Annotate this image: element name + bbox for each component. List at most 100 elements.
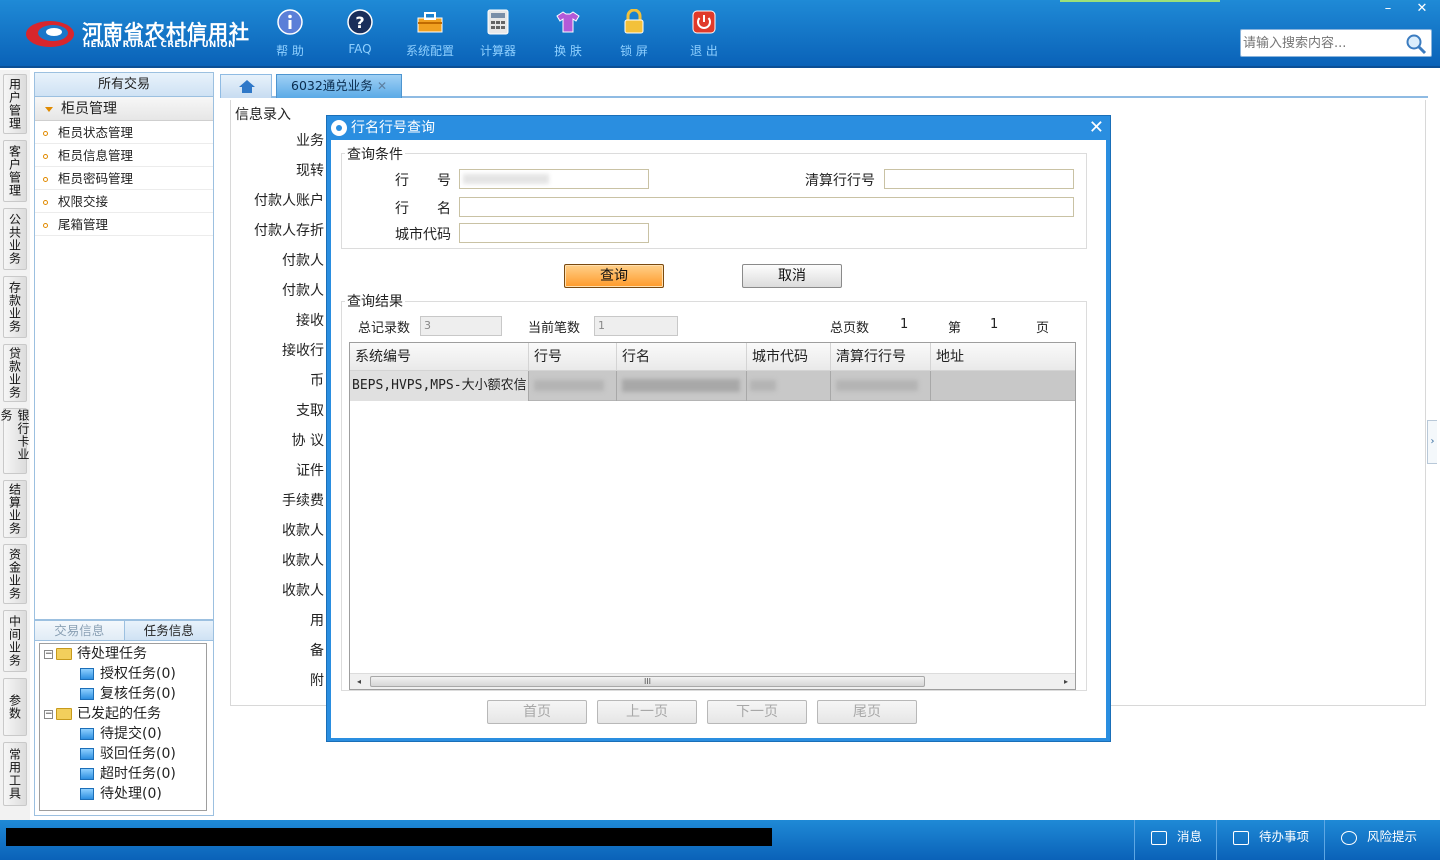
nav-item-teller-info[interactable]: 柜员信息管理 — [35, 144, 213, 167]
system-config-button[interactable]: 系统配置 — [400, 8, 460, 59]
vtab-intermediary-business[interactable]: 中间业务 — [3, 610, 27, 672]
messages-button[interactable]: 消息 — [1134, 820, 1216, 860]
nav-group-teller-management[interactable]: 柜员管理 — [35, 97, 213, 121]
window-close-button[interactable]: ✕ — [1406, 0, 1438, 18]
col-bank-no[interactable]: 行号 — [529, 343, 617, 371]
bank-lookup-dialog: 行名行号查询 ✕ 查询条件 行 号 清算行行号 行 名 城市代码 查询 取消 查… — [326, 115, 1111, 742]
lock-icon — [620, 8, 648, 36]
task-list-icon — [80, 688, 94, 700]
vtab-parameters[interactable]: 参数 — [3, 678, 27, 736]
col-system-no[interactable]: 系统编号 — [350, 343, 529, 371]
tree-node-label: 驳回任务(0) — [100, 746, 176, 762]
cancel-button[interactable]: 取消 — [742, 264, 842, 288]
tree-node-rejected[interactable]: 驳回任务(0) — [80, 744, 176, 764]
vtab-settlement-business[interactable]: 结算业务 — [3, 480, 27, 538]
system-config-label: 系统配置 — [405, 44, 454, 58]
header-accent-line — [1060, 0, 1220, 2]
nav-item-label: 柜员信息管理 — [58, 148, 134, 163]
task-panel: 交易信息 任务信息 − 待处理任务 授权任务(0) 复核任务(0) − 已发起的任务… — [34, 620, 214, 816]
dialog-close-button[interactable]: ✕ — [1089, 117, 1104, 139]
redacted-value — [463, 174, 549, 184]
scroll-thumb[interactable]: III — [370, 676, 925, 687]
nav-item-label: 柜员密码管理 — [58, 171, 134, 186]
nav-item-teller-password[interactable]: 柜员密码管理 — [35, 167, 213, 190]
tree-node-label: 已发起的任务 — [77, 706, 161, 722]
first-page-button[interactable]: 首页 — [487, 700, 587, 724]
table-row[interactable]: BEPS,HVPS,MPS-大小额农信 — [350, 371, 1075, 401]
query-button[interactable]: 查询 — [564, 264, 664, 288]
lock-screen-button[interactable]: 锁 屏 — [604, 8, 664, 59]
task-list-icon — [80, 788, 94, 800]
form-label: 接收 — [296, 313, 324, 329]
help-button[interactable]: 帮 助 — [260, 8, 320, 59]
nav-item-teller-status[interactable]: 柜员状态管理 — [35, 121, 213, 144]
col-city-code[interactable]: 城市代码 — [747, 343, 831, 371]
vtab-deposit-business[interactable]: 存款业务 — [3, 276, 27, 338]
svg-text:?: ? — [355, 13, 364, 32]
search-input[interactable] — [1243, 32, 1403, 54]
change-skin-button[interactable]: 换 肤 — [538, 8, 598, 59]
faq-button[interactable]: ? FAQ — [330, 8, 390, 56]
vtab-customer-management[interactable]: 客户管理 — [3, 140, 27, 202]
redacted-value — [750, 380, 776, 391]
search-icon[interactable] — [1405, 33, 1427, 55]
vtab-user-management[interactable]: 用户管理 — [3, 74, 27, 134]
vtab-fund-business[interactable]: 资金业务 — [3, 544, 27, 604]
scroll-left-icon[interactable]: ◂ — [352, 676, 366, 688]
tab-close-icon[interactable]: ✕ — [377, 75, 387, 97]
vtab-public-business[interactable]: 公共业务 — [3, 208, 27, 270]
form-label: 收款人 — [282, 583, 324, 599]
risk-alert-button[interactable]: 风险提示 — [1324, 820, 1440, 860]
city-code-input[interactable] — [459, 223, 649, 243]
bank-no-label: 行 号 — [395, 173, 451, 189]
tree-node-to-submit[interactable]: 待提交(0) — [80, 724, 162, 744]
last-page-button[interactable]: 尾页 — [817, 700, 917, 724]
dialog-titlebar[interactable]: 行名行号查询 — [327, 116, 1110, 140]
minimize-button[interactable]: – — [1372, 0, 1404, 18]
current-count-label: 当前笔数 — [528, 321, 581, 336]
tab-6032-cash-withdrawal[interactable]: 6032通兑业务 ✕ — [276, 74, 402, 98]
form-label: 付款人 — [282, 253, 324, 269]
mail-icon — [1151, 830, 1167, 845]
tree-node-initiated[interactable]: − 已发起的任务 — [44, 704, 161, 724]
collapse-icon[interactable]: − — [44, 709, 53, 719]
tab-label: 6032通兑业务 — [291, 78, 373, 93]
todo-button[interactable]: 待办事项 — [1216, 820, 1324, 860]
grid-horizontal-scrollbar[interactable]: ◂ III ▸ — [350, 673, 1075, 689]
collapse-icon[interactable]: − — [44, 649, 53, 659]
redacted-value — [836, 380, 918, 391]
form-label: 现转 — [296, 163, 324, 179]
vtab-loan-business[interactable]: 贷款业务 — [3, 344, 27, 402]
tree-node-timeout[interactable]: 超时任务(0) — [80, 764, 176, 784]
nav-item-tail-box[interactable]: 尾箱管理 — [35, 213, 213, 236]
form-label: 支取 — [296, 403, 324, 419]
prev-page-button[interactable]: 上一页 — [597, 700, 697, 724]
vtab-card-business[interactable]: 银行卡业务 — [0, 408, 30, 474]
nav-header[interactable]: 所有交易 — [35, 73, 213, 97]
vtab-common-tools[interactable]: 常用工具 — [3, 742, 27, 806]
cell-system-no[interactable]: BEPS,HVPS,MPS-大小额农信 — [350, 371, 529, 401]
status-message-area — [6, 828, 772, 846]
form-label: 附 — [310, 673, 324, 689]
col-bank-name[interactable]: 行名 — [617, 343, 747, 371]
tab-task-info[interactable]: 任务信息 — [124, 621, 213, 640]
tree-node-review-tasks[interactable]: 复核任务(0) — [80, 684, 176, 704]
col-address[interactable]: 地址 — [931, 343, 1075, 371]
tree-node-pending[interactable]: − 待处理任务 — [44, 644, 147, 664]
calculator-button[interactable]: 计算器 — [468, 8, 528, 59]
side-collapse-handle[interactable]: › — [1427, 420, 1437, 464]
clearing-bank-no-input[interactable] — [884, 169, 1074, 189]
tree-node-label: 复核任务(0) — [100, 686, 176, 702]
tree-node-to-process[interactable]: 待处理(0) — [80, 784, 162, 804]
tab-home[interactable] — [220, 74, 272, 98]
exit-button[interactable]: 退 出 — [674, 8, 734, 59]
bank-name-input[interactable] — [459, 197, 1074, 217]
tab-transaction-info[interactable]: 交易信息 — [35, 621, 125, 640]
next-page-button[interactable]: 下一页 — [707, 700, 807, 724]
cell-address[interactable] — [931, 371, 1075, 401]
scroll-right-icon[interactable]: ▸ — [1059, 676, 1073, 688]
tree-node-auth-tasks[interactable]: 授权任务(0) — [80, 664, 176, 684]
col-clearing-no[interactable]: 清算行行号 — [831, 343, 931, 371]
nav-item-permission-handover[interactable]: 权限交接 — [35, 190, 213, 213]
grid-header: 系统编号 行号 行名 城市代码 清算行行号 地址 — [350, 343, 1075, 371]
